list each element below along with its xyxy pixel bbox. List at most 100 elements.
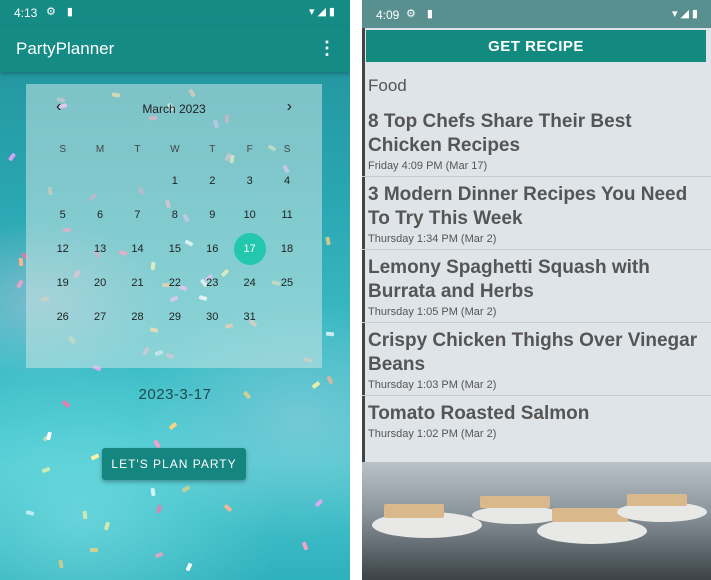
status-bar: 4:09 ⚙ ▮ ▾◢▮: [362, 0, 711, 28]
wifi-signal-battery-icon: ▾◢▮: [308, 6, 338, 18]
day-number: 30: [206, 311, 219, 323]
article-list: 8 Top Chefs Share Their Best Chicken Rec…: [362, 104, 711, 444]
day-number: 18: [280, 243, 294, 255]
confetti-piece: [25, 510, 35, 516]
calendar-day[interactable]: 15: [156, 232, 193, 266]
list-item[interactable]: Tomato Roasted Salmon Thursday 1:02 PM (…: [362, 396, 711, 444]
calendar-day[interactable]: 30: [194, 300, 231, 334]
calendar-day[interactable]: 1: [156, 164, 193, 198]
chevron-right-icon[interactable]: ›: [287, 98, 292, 116]
confetti-piece: [90, 453, 100, 461]
calendar-day[interactable]: 14: [119, 232, 156, 266]
list-item[interactable]: 3 Modern Dinner Recipes You Need To Try …: [362, 177, 711, 250]
calendar-day[interactable]: 16: [194, 232, 231, 266]
calendar-day[interactable]: 25: [268, 266, 305, 300]
confetti-piece: [82, 510, 88, 520]
calendar-day[interactable]: 24: [231, 266, 268, 300]
sandwich-shape: [480, 496, 550, 508]
confetti-piece: [16, 279, 24, 289]
status-time: 4:13: [14, 6, 38, 20]
confetti-piece: [89, 547, 99, 553]
calendar-empty-cell: [81, 164, 118, 198]
day-number: 24: [243, 277, 256, 289]
recipe-screen: 4:09 ⚙ ▮ ▾◢▮ GET RECIPE Food 8 Top Chefs…: [362, 0, 711, 580]
list-item[interactable]: Crispy Chicken Thighs Over Vinegar Beans…: [362, 323, 711, 396]
section-title: Food: [368, 76, 407, 95]
list-item[interactable]: 8 Top Chefs Share Their Best Chicken Rec…: [362, 104, 711, 177]
status-notification-icons: ⚙ ▮: [46, 6, 77, 18]
article-title: 3 Modern Dinner Recipes You Need To Try …: [368, 184, 688, 229]
wifi-signal-battery-icon: ▾◢▮: [671, 8, 701, 20]
day-number: 27: [93, 311, 107, 323]
calendar-day[interactable]: 23: [194, 266, 231, 300]
day-number: 14: [131, 243, 144, 255]
weekday-label: M: [95, 144, 105, 155]
calendar-day[interactable]: 5: [44, 198, 81, 232]
calendar-day[interactable]: 31: [231, 300, 268, 334]
calendar-month-label: March 2023: [142, 102, 206, 116]
plate-shape: [472, 506, 562, 524]
calendar-day[interactable]: 11: [268, 198, 305, 232]
calendar-day[interactable]: 8: [156, 198, 193, 232]
calendar-day[interactable]: 12: [44, 232, 81, 266]
party-planner-screen: 4:13 ⚙ ▮ ▾◢▮ PartyPlanner ⋮ ‹ March 2023…: [0, 0, 350, 580]
calendar-day[interactable]: 4: [268, 164, 305, 198]
food-background-image: [362, 462, 711, 580]
day-number: 29: [168, 311, 181, 323]
day-number: 2: [209, 175, 216, 187]
confetti-piece: [46, 431, 52, 441]
calendar-day[interactable]: 7: [119, 198, 156, 232]
confetti-piece: [156, 504, 162, 514]
overflow-menu-icon[interactable]: ⋮: [318, 38, 336, 59]
calendar-day[interactable]: 18: [268, 232, 305, 266]
calendar-day[interactable]: 13: [81, 232, 118, 266]
day-number: 6: [97, 209, 104, 221]
article-title: Tomato Roasted Salmon: [368, 403, 590, 424]
confetti-piece: [181, 485, 191, 493]
day-number: 7: [134, 209, 141, 221]
confetti-piece: [223, 503, 233, 513]
status-time: 4:09: [376, 8, 400, 22]
weekday-header: S M T W T F S: [44, 144, 306, 155]
calendar-day[interactable]: 19: [44, 266, 81, 300]
day-number: 10: [243, 209, 256, 221]
day-number: 1: [171, 175, 178, 187]
calendar-day[interactable]: 21: [119, 266, 156, 300]
confetti-piece: [185, 562, 193, 572]
calendar-day[interactable]: 20: [81, 266, 118, 300]
article-title: Lemony Spaghetti Squash with Burrata and…: [368, 257, 650, 302]
get-recipe-button[interactable]: GET RECIPE: [366, 30, 706, 62]
calendar-day[interactable]: 17: [231, 232, 268, 266]
article-title: Crispy Chicken Thighs Over Vinegar Beans: [368, 330, 698, 375]
status-notification-icons: ⚙ ▮: [406, 8, 437, 20]
confetti-piece: [7, 152, 17, 162]
day-number: 25: [280, 277, 294, 289]
calendar-day[interactable]: 28: [119, 300, 156, 334]
day-number: 20: [93, 277, 107, 289]
weekday-label: F: [246, 144, 253, 155]
calendar-day[interactable]: 29: [156, 300, 193, 334]
day-number: 12: [56, 243, 69, 255]
weekday-label: T: [134, 144, 141, 155]
calendar-day[interactable]: 27: [81, 300, 118, 334]
article-date: Friday 4:09 PM (Mar 17): [368, 160, 488, 172]
calendar-day[interactable]: 10: [231, 198, 268, 232]
calendar-day[interactable]: 6: [81, 198, 118, 232]
confetti-piece: [168, 421, 178, 431]
day-number: 23: [206, 277, 219, 289]
day-number: 13: [93, 243, 107, 255]
calendar-day[interactable]: 9: [194, 198, 231, 232]
list-item[interactable]: Lemony Spaghetti Squash with Burrata and…: [362, 250, 711, 323]
calendar-day[interactable]: 26: [44, 300, 81, 334]
calendar-day[interactable]: 22: [156, 266, 193, 300]
plan-party-button[interactable]: LET'S PLAN PARTY: [102, 448, 246, 480]
confetti-piece: [301, 541, 309, 551]
calendar-day[interactable]: 2: [194, 164, 231, 198]
weekday-label: W: [170, 144, 180, 155]
calendar-day[interactable]: 3: [231, 164, 268, 198]
article-date: Thursday 1:03 PM (Mar 2): [368, 379, 497, 391]
app-bar: PartyPlanner ⋮: [0, 26, 350, 72]
sandwich-shape: [384, 504, 444, 518]
weekday-label: S: [283, 144, 291, 155]
calendar-day-grid: 1 2 3 4 5 6 7 8 9 10 11 12 13 14 15 16 17 18 19 20 21 22 23 24 2…: [44, 164, 306, 334]
